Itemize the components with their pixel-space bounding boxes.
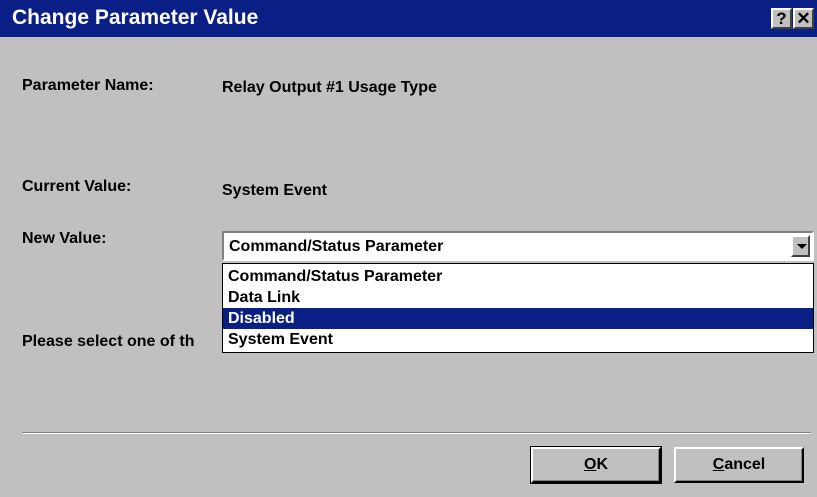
instruction-text: Please select one of th — [22, 333, 195, 350]
help-icon: ? — [776, 8, 787, 28]
ok-mnemonic: O — [583, 456, 597, 473]
change-parameter-dialog: Change Parameter Value ? ✕ Parameter Nam… — [0, 0, 817, 497]
cancel-label: ancel — [724, 456, 766, 473]
close-button[interactable]: ✕ — [793, 8, 814, 29]
new-value-label: New Value: — [22, 230, 107, 247]
cancel-button[interactable]: Cancel — [674, 447, 804, 483]
new-value-selected: Command/Status Parameter — [229, 238, 444, 255]
dropdown-arrow-button[interactable] — [791, 235, 810, 257]
title-bar[interactable]: Change Parameter Value ? ✕ — [0, 0, 817, 37]
parameter-name-value: Relay Output #1 Usage Type — [222, 79, 437, 96]
close-icon: ✕ — [796, 8, 811, 28]
window-title: Change Parameter Value — [12, 6, 259, 29]
cancel-mnemonic: C — [712, 456, 725, 473]
help-button[interactable]: ? — [771, 8, 792, 29]
dropdown-option[interactable]: Data Link — [223, 287, 813, 308]
dropdown-option[interactable]: Command/Status Parameter — [223, 266, 813, 287]
ok-button[interactable]: OK — [530, 446, 662, 484]
current-value-label: Current Value: — [22, 178, 132, 195]
chevron-down-icon — [797, 244, 807, 249]
new-value-combobox[interactable]: Command/Status Parameter — [222, 231, 814, 261]
current-value-value: System Event — [222, 182, 327, 199]
new-value-dropdown-list[interactable]: Command/Status Parameter Data Link Disab… — [222, 263, 814, 353]
parameter-name-label: Parameter Name: — [22, 77, 154, 94]
separator — [22, 432, 811, 434]
dropdown-option[interactable]: System Event — [223, 329, 813, 350]
ok-label: K — [596, 456, 608, 473]
dropdown-option-highlighted[interactable]: Disabled — [223, 308, 813, 329]
